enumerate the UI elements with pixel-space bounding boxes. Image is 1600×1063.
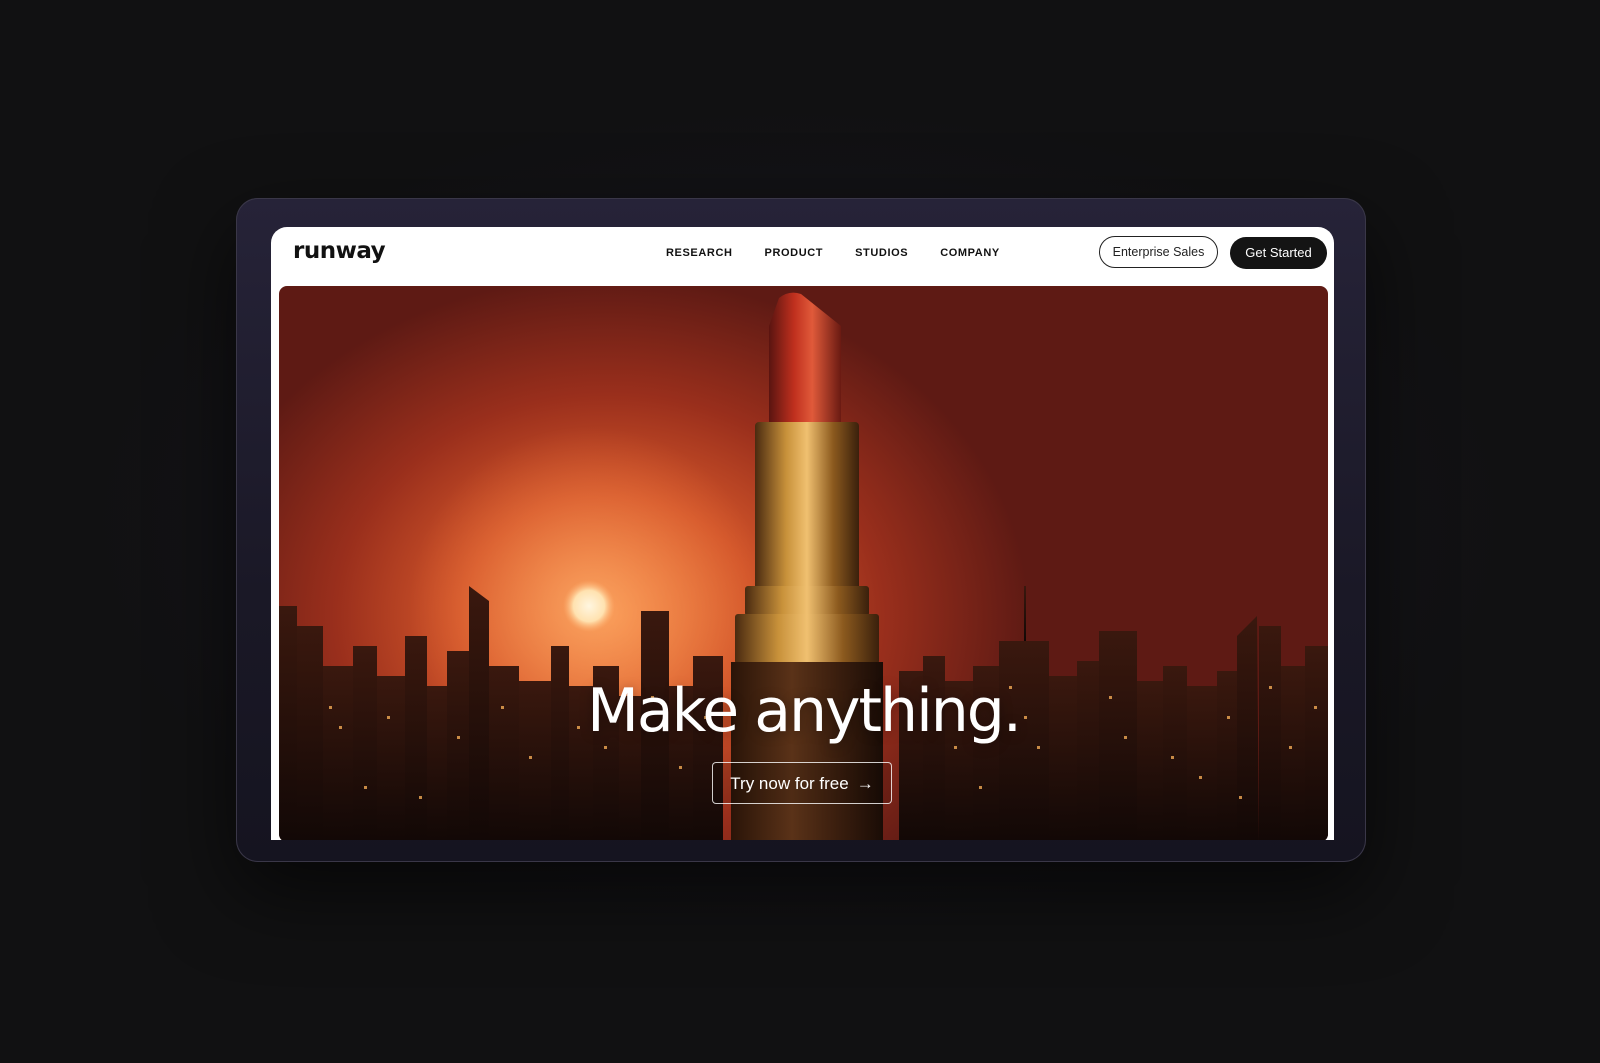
try-now-button[interactable]: Try now for free → — [712, 762, 892, 804]
page-background: runway RESEARCH PRODUCT STUDIOS COMPANY … — [0, 0, 1600, 1063]
arrow-right-icon: → — [856, 774, 874, 793]
top-navigation: runway RESEARCH PRODUCT STUDIOS COMPANY … — [271, 227, 1334, 286]
browser-screen: runway RESEARCH PRODUCT STUDIOS COMPANY … — [271, 227, 1334, 840]
nav-link-research[interactable]: RESEARCH — [666, 247, 733, 259]
hero-image — [279, 292, 1328, 840]
enterprise-sales-button[interactable]: Enterprise Sales — [1099, 236, 1218, 268]
sun — [563, 580, 615, 632]
hero-section: Make anything. Try now for free → — [279, 286, 1328, 840]
try-now-label: Try now for free — [730, 774, 849, 793]
nav-link-product[interactable]: PRODUCT — [765, 247, 824, 259]
nav-links: RESEARCH PRODUCT STUDIOS COMPANY — [666, 247, 1032, 259]
get-started-button[interactable]: Get Started — [1230, 237, 1327, 269]
nav-link-studios[interactable]: STUDIOS — [855, 247, 908, 259]
runway-logo[interactable]: runway — [293, 238, 386, 264]
hero-headline: Make anything. — [587, 676, 1022, 746]
nav-link-company[interactable]: COMPANY — [940, 247, 1000, 259]
